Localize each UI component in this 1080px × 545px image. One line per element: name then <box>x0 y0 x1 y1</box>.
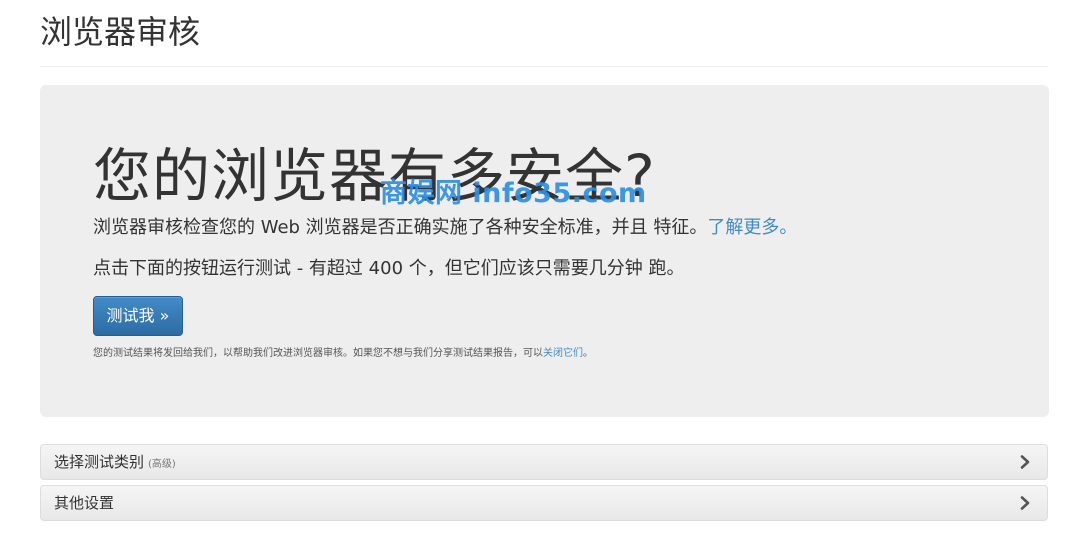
panel-sublabel: (高级) <box>148 459 176 470</box>
results-note: 您的测试结果将发回给我们，以帮助我们改进浏览器审核。如果您不想与我们分享测试结果… <box>93 347 593 361</box>
hero-description-text: 浏览器审核检查您的 Web 浏览器是否正确实施了各种安全标准，并且 特征。 <box>93 217 708 238</box>
page: 浏览器审核 您的浏览器有多安全? 浏览器审核检查您的 Web 浏览器是否正确实施… <box>0 0 1080 545</box>
title-divider <box>40 66 1048 67</box>
hero-description: 浏览器审核检查您的 Web 浏览器是否正确实施了各种安全标准，并且 特征。了解更… <box>93 214 797 242</box>
learn-more-link[interactable]: 了解更多。 <box>707 217 797 238</box>
turn-off-link[interactable]: 关闭它们 <box>543 348 583 359</box>
page-title: 浏览器审核 <box>40 13 201 51</box>
chevron-right-icon <box>1020 496 1030 510</box>
test-me-button[interactable]: 测试我 » <box>93 296 183 336</box>
results-note-text: 您的测试结果将发回给我们，以帮助我们改进浏览器审核。如果您不想与我们分享测试结果… <box>93 348 543 359</box>
panel-title: 选择测试类别 <box>54 453 145 471</box>
chevron-right-icon <box>1020 455 1030 469</box>
results-note-end: 。 <box>583 348 593 359</box>
panel-label: 选择测试类别 (高级) <box>54 445 176 482</box>
panel-other-settings[interactable]: 其他设置 <box>40 485 1048 521</box>
panel-title: 其他设置 <box>54 494 115 512</box>
test-count-text: 点击下面的按钮运行测试 - 有超过 400 个，但它们应该只需要几分钟 跑。 <box>93 258 685 279</box>
panel-label: 其他设置 <box>54 486 114 520</box>
watermark-text: 商娱网 info35.com <box>380 178 647 209</box>
panel-select-test-categories[interactable]: 选择测试类别 (高级) <box>40 444 1048 480</box>
hero-panel: 您的浏览器有多安全? 浏览器审核检查您的 Web 浏览器是否正确实施了各种安全标… <box>40 85 1049 417</box>
